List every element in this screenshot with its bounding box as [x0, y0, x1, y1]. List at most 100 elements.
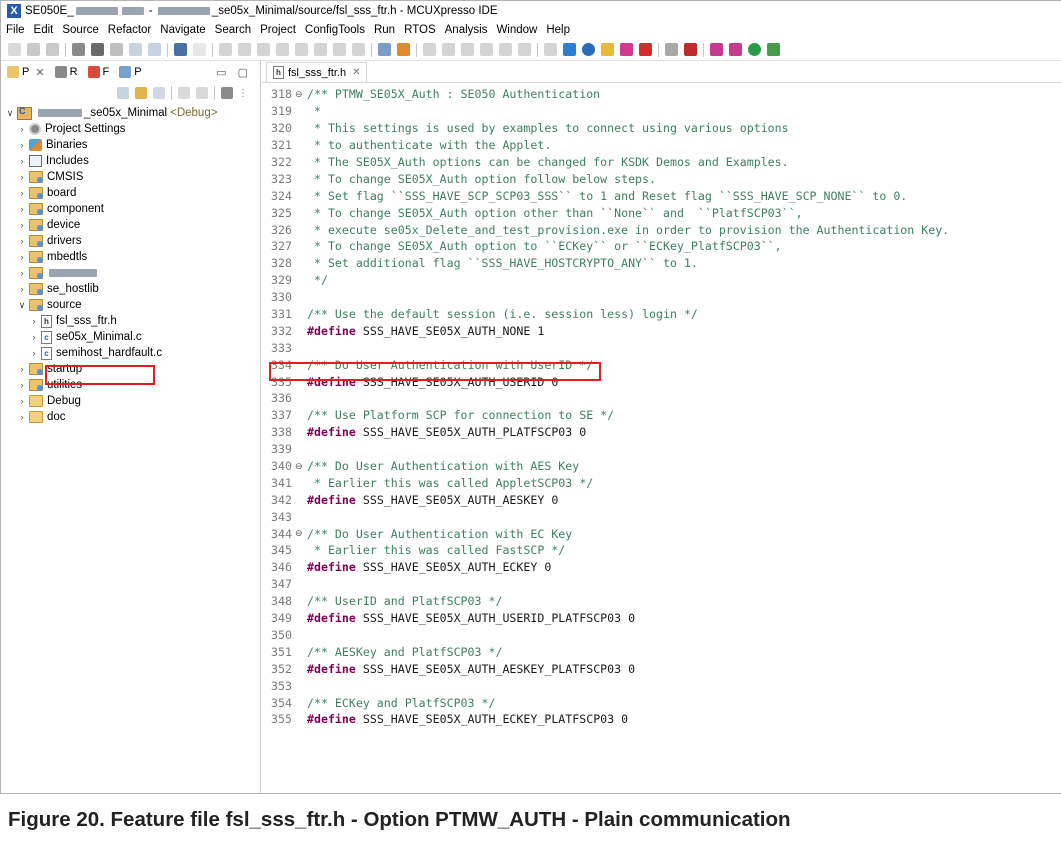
- tree-item-redacted[interactable]: ›: [1, 265, 260, 281]
- tree-item-source[interactable]: ∨ source: [1, 297, 260, 313]
- menu-analysis[interactable]: Analysis: [445, 24, 488, 36]
- memory-icon[interactable]: [461, 43, 474, 56]
- blue-circle-icon[interactable]: [582, 43, 595, 56]
- collapsed-chevron-icon[interactable]: ›: [17, 156, 27, 166]
- collapsed-chevron-icon[interactable]: ›: [17, 124, 27, 134]
- code-line[interactable]: 323 * To change SE05X_Auth option follow…: [262, 170, 1061, 187]
- code-line[interactable]: 343: [262, 508, 1061, 525]
- view-menu-icon[interactable]: [221, 87, 233, 99]
- menu-window[interactable]: Window: [496, 24, 537, 36]
- forward-icon[interactable]: [148, 43, 161, 56]
- close-icon[interactable]: ✕: [35, 66, 44, 79]
- build-config-icon[interactable]: [72, 43, 85, 56]
- tab-peripherals[interactable]: P: [119, 66, 142, 78]
- code-line[interactable]: 338 #define SSS_HAVE_SE05X_AUTH_PLATFSCP0…: [262, 424, 1061, 441]
- disconnect-icon[interactable]: [276, 43, 289, 56]
- collapsed-chevron-icon[interactable]: ›: [17, 220, 27, 230]
- tree-item-binaries[interactable]: › Binaries: [1, 137, 260, 153]
- save-icon[interactable]: [27, 43, 40, 56]
- collapsed-chevron-icon[interactable]: ›: [17, 236, 27, 246]
- debug-bug-icon[interactable]: [710, 43, 723, 56]
- tree-item-mbedtls[interactable]: › mbedtls: [1, 249, 260, 265]
- step-over-icon[interactable]: [314, 43, 327, 56]
- registers-icon[interactable]: [480, 43, 493, 56]
- collapsed-chevron-icon[interactable]: ›: [17, 204, 27, 214]
- tab-registers[interactable]: R: [54, 66, 78, 78]
- code-line[interactable]: 346 #define SSS_HAVE_SE05X_AUTH_ECKEY 0: [262, 559, 1061, 576]
- code-line[interactable]: 332 #define SSS_HAVE_SE05X_AUTH_NONE 1: [262, 322, 1061, 339]
- tree-item-cmsis[interactable]: › CMSIS: [1, 169, 260, 185]
- code-line[interactable]: 325 * To change SE05X_Auth option other …: [262, 204, 1061, 221]
- code-line[interactable]: 352 #define SSS_HAVE_SE05X_AUTH_AESKEY_PL…: [262, 660, 1061, 677]
- run-icon[interactable]: [748, 43, 761, 56]
- external-tools-icon[interactable]: [767, 43, 780, 56]
- skip-breakpoints-icon[interactable]: [193, 43, 206, 56]
- code-line[interactable]: 329 */: [262, 272, 1061, 289]
- code-line[interactable]: 339: [262, 441, 1061, 458]
- tree-item-fsl-sss-ftr-h[interactable]: › h fsl_sss_ftr.h: [1, 313, 260, 329]
- flash-icon[interactable]: [665, 43, 678, 56]
- expanded-chevron-icon[interactable]: ∨: [17, 300, 27, 311]
- code-line[interactable]: 348 /** UserID and PlatfSCP03 */: [262, 593, 1061, 610]
- code-line[interactable]: 355 #define SSS_HAVE_SE05X_AUTH_ECKEY_PLA…: [262, 711, 1061, 728]
- code-line[interactable]: 337 /** Use Platform SCP for connection t…: [262, 407, 1061, 424]
- back-icon[interactable]: [129, 43, 142, 56]
- tree-item-se05x-minimal-c[interactable]: › c se05x_Minimal.c: [1, 329, 260, 345]
- code-line[interactable]: 326 * execute se05x_Delete_and_test_prov…: [262, 221, 1061, 238]
- tab-faults[interactable]: F: [87, 66, 109, 78]
- resume-icon[interactable]: [219, 43, 232, 56]
- stop-icon[interactable]: [442, 43, 455, 56]
- collapsed-chevron-icon[interactable]: ›: [17, 412, 27, 422]
- debug-dropdown-icon[interactable]: [729, 43, 742, 56]
- editor-tab-fsl-sss-ftr-h[interactable]: h fsl_sss_ftr.h ✕: [266, 62, 368, 82]
- menu-refactor[interactable]: Refactor: [108, 24, 151, 36]
- tree-item-project-settings[interactable]: › Project Settings: [1, 121, 260, 137]
- tree-item-device[interactable]: › device: [1, 217, 260, 233]
- tree-item-se-hostlib[interactable]: › se_hostlib: [1, 281, 260, 297]
- new-window-icon[interactable]: [178, 87, 190, 99]
- code-line[interactable]: 335 #define SSS_HAVE_SE05X_AUTH_USERID 0: [262, 373, 1061, 390]
- tree-item-drivers[interactable]: › drivers: [1, 233, 260, 249]
- code-line[interactable]: 350: [262, 627, 1061, 644]
- code-line[interactable]: 344 ⊖/** Do User Authentication with EC K…: [262, 525, 1061, 542]
- new-icon[interactable]: [8, 43, 21, 56]
- peripherals-icon[interactable]: [499, 43, 512, 56]
- filter-icon[interactable]: [153, 87, 165, 99]
- tree-item-board[interactable]: › board: [1, 185, 260, 201]
- close-icon[interactable]: ✕: [352, 67, 360, 78]
- code-line[interactable]: 345 * Earlier this was called FastSCP */: [262, 542, 1061, 559]
- probe-icon[interactable]: [639, 43, 652, 56]
- menu-help[interactable]: Help: [546, 24, 570, 36]
- code-line[interactable]: 354 /** ECKey and PlatfSCP03 */: [262, 694, 1061, 711]
- code-line[interactable]: 340 ⊖/** Do User Authentication with AES …: [262, 458, 1061, 475]
- tree-item-component[interactable]: › component: [1, 201, 260, 217]
- menu-configtools[interactable]: ConfigTools: [305, 24, 365, 36]
- collapsed-chevron-icon[interactable]: ›: [29, 348, 39, 358]
- code-line[interactable]: 353: [262, 677, 1061, 694]
- collapsed-chevron-icon[interactable]: ›: [17, 380, 27, 390]
- link-editor-icon[interactable]: [135, 87, 147, 99]
- code-line[interactable]: 327 * To change SE05X_Auth option to ``E…: [262, 238, 1061, 255]
- tree-item-utilities[interactable]: › utilities: [1, 377, 260, 393]
- code-line[interactable]: 318 ⊖/** PTMW_SE05X_Auth : SE050 Authenti…: [262, 86, 1061, 103]
- collapsed-chevron-icon[interactable]: ›: [17, 268, 27, 278]
- code-line[interactable]: 349 #define SSS_HAVE_SE05X_AUTH_USERID_PL…: [262, 610, 1061, 627]
- collapsed-chevron-icon[interactable]: ›: [17, 284, 27, 294]
- code-line[interactable]: 341 * Earlier this was called AppletSCP0…: [262, 474, 1061, 491]
- tab-project-explorer[interactable]: P ✕: [7, 66, 45, 79]
- blue-gear-icon[interactable]: [563, 43, 576, 56]
- menu-run[interactable]: Run: [374, 24, 395, 36]
- tree-item-startup[interactable]: › startup: [1, 361, 260, 377]
- collapsed-chevron-icon[interactable]: ›: [17, 396, 27, 406]
- menu-rtos[interactable]: RTOS: [404, 24, 436, 36]
- collapsed-chevron-icon[interactable]: ›: [17, 140, 27, 150]
- config-tools-icon[interactable]: [544, 43, 557, 56]
- code-line[interactable]: 342 #define SSS_HAVE_SE05X_AUTH_AESKEY 0: [262, 491, 1061, 508]
- code-line[interactable]: 324 * Set flag ``SSS_HAVE_SCP_SCP03_SSS`…: [262, 187, 1061, 204]
- pause-icon[interactable]: [423, 43, 436, 56]
- collapsed-chevron-icon[interactable]: ›: [17, 364, 27, 374]
- expanded-chevron-icon[interactable]: ∨: [5, 108, 15, 119]
- code-line[interactable]: 328 * Set additional flag ``SSS_HAVE_HOS…: [262, 255, 1061, 272]
- collapsed-chevron-icon[interactable]: ›: [29, 332, 39, 342]
- minimize-maximize-icon[interactable]: ▭ ▢: [216, 66, 252, 79]
